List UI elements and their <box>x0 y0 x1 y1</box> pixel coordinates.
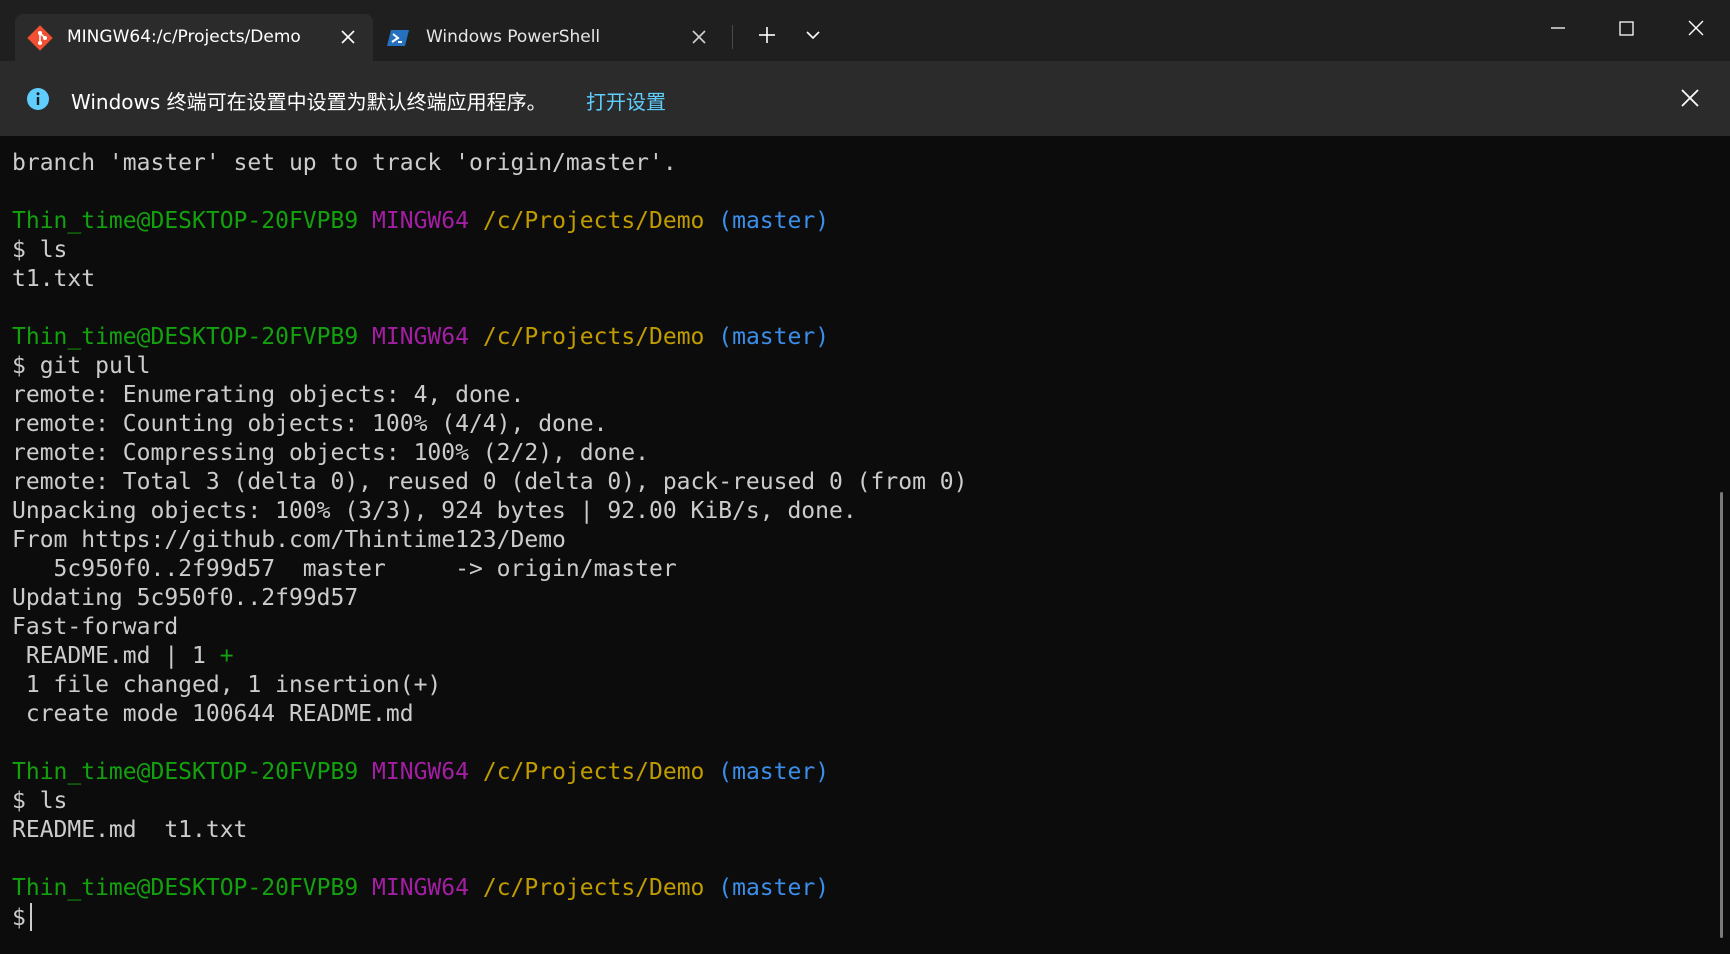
prompt-shell: MINGW64 <box>372 208 469 234</box>
close-icon <box>1681 89 1699 107</box>
terminal-line: 1 file changed, 1 insertion(+) <box>12 672 442 698</box>
diffstat-plus: + <box>219 643 234 669</box>
command-line: $ ls <box>12 236 1714 265</box>
command-text: ls <box>25 788 68 814</box>
terminal-output[interactable]: branch 'master' set up to track 'origin/… <box>0 136 1714 954</box>
title-bar: MINGW64:/c/Projects/Demo Windows PowerSh… <box>0 0 1730 61</box>
terminal-line: remote: Counting objects: 100% (4/4), do… <box>12 411 608 437</box>
tab-title: Windows PowerShell <box>426 27 601 47</box>
prompt-path: /c/Projects/Demo <box>482 324 705 350</box>
terminal-line: Unpacking objects: 100% (3/3), 924 bytes… <box>12 498 857 524</box>
prompt-line: Thin_time@DESKTOP-20FVPB9 MINGW64 /c/Pro… <box>12 323 1714 352</box>
tab-title: MINGW64:/c/Projects/Demo <box>67 27 301 47</box>
prompt-shell: MINGW64 <box>372 324 469 350</box>
terminal-line: From https://github.com/Thintime123/Demo <box>12 527 566 553</box>
diffstat-text: README.md | 1 <box>12 643 220 669</box>
chevron-down-icon <box>806 31 820 40</box>
prompt-user-host: Thin_time@DESKTOP-20FVPB9 <box>12 208 359 234</box>
command-line-active[interactable]: $ <box>12 903 1714 932</box>
terminal-line: create mode 100644 README.md <box>12 701 414 727</box>
terminal-line: branch 'master' set up to track 'origin/… <box>12 150 677 176</box>
window-close-button[interactable] <box>1676 14 1716 48</box>
prompt-symbol: $ <box>12 237 26 263</box>
powershell-icon <box>386 25 412 51</box>
command-line: $ git pull <box>12 352 1714 381</box>
command-line: $ ls <box>12 787 1714 816</box>
prompt-branch: (master) <box>718 208 830 234</box>
minimize-icon <box>1551 27 1565 29</box>
prompt-user-host: Thin_time@DESKTOP-20FVPB9 <box>12 875 359 901</box>
git-icon <box>27 25 53 51</box>
prompt-line: Thin_time@DESKTOP-20FVPB9 MINGW64 /c/Pro… <box>12 207 1714 236</box>
tab-mingw64[interactable]: MINGW64:/c/Projects/Demo <box>15 14 373 61</box>
maximize-icon <box>1619 21 1634 36</box>
terminal-line: Fast-forward <box>12 614 179 640</box>
prompt-symbol: $ <box>12 353 26 379</box>
info-bar: Windows 终端可在设置中设置为默认终端应用程序。 打开设置 <box>0 61 1730 136</box>
prompt-branch: (master) <box>718 324 830 350</box>
close-icon[interactable] <box>688 26 710 48</box>
plus-icon <box>759 27 775 43</box>
terminal-line: remote: Compressing objects: 100% (2/2),… <box>12 440 649 466</box>
prompt-user-host: Thin_time@DESKTOP-20FVPB9 <box>12 759 359 785</box>
terminal-line: 5c950f0..2f99d57 master -> origin/master <box>12 556 677 582</box>
text-cursor <box>29 903 32 931</box>
prompt-symbol: $ <box>12 788 26 814</box>
terminal-window: MINGW64:/c/Projects/Demo Windows PowerSh… <box>0 0 1730 954</box>
close-icon <box>1688 20 1704 36</box>
maximize-button[interactable] <box>1606 14 1646 48</box>
prompt-path: /c/Projects/Demo <box>482 208 705 234</box>
info-close-button[interactable] <box>1676 84 1704 112</box>
info-icon <box>26 87 50 111</box>
terminal-line: remote: Total 3 (delta 0), reused 0 (del… <box>12 469 968 495</box>
scrollbar-thumb[interactable] <box>1720 492 1723 938</box>
tab-powershell[interactable]: Windows PowerShell <box>374 14 724 61</box>
prompt-user-host: Thin_time@DESKTOP-20FVPB9 <box>12 324 359 350</box>
tab-separator <box>732 25 733 49</box>
new-tab-button[interactable] <box>752 20 782 50</box>
prompt-branch: (master) <box>718 875 830 901</box>
prompt-shell: MINGW64 <box>372 875 469 901</box>
command-text: git pull <box>25 353 151 379</box>
prompt-line: Thin_time@DESKTOP-20FVPB9 MINGW64 /c/Pro… <box>12 758 1714 787</box>
terminal-scrollbar[interactable] <box>1714 136 1730 954</box>
terminal-line: remote: Enumerating objects: 4, done. <box>12 382 525 408</box>
prompt-path: /c/Projects/Demo <box>482 875 705 901</box>
terminal-line: README.md | 1 + <box>12 642 1714 671</box>
terminal-line: t1.txt <box>12 266 96 292</box>
prompt-shell: MINGW64 <box>372 759 469 785</box>
close-icon[interactable] <box>337 26 359 48</box>
prompt-symbol: $ <box>12 905 26 931</box>
open-settings-link[interactable]: 打开设置 <box>586 86 666 115</box>
prompt-branch: (master) <box>718 759 830 785</box>
prompt-line: Thin_time@DESKTOP-20FVPB9 MINGW64 /c/Pro… <box>12 874 1714 903</box>
minimize-button[interactable] <box>1538 14 1578 48</box>
terminal-line: Updating 5c950f0..2f99d57 <box>12 585 359 611</box>
terminal-line: README.md t1.txt <box>12 817 248 843</box>
info-message: Windows 终端可在设置中设置为默认终端应用程序。 <box>71 90 547 114</box>
tab-dropdown-button[interactable] <box>798 20 828 50</box>
prompt-path: /c/Projects/Demo <box>482 759 705 785</box>
command-text: ls <box>25 237 68 263</box>
